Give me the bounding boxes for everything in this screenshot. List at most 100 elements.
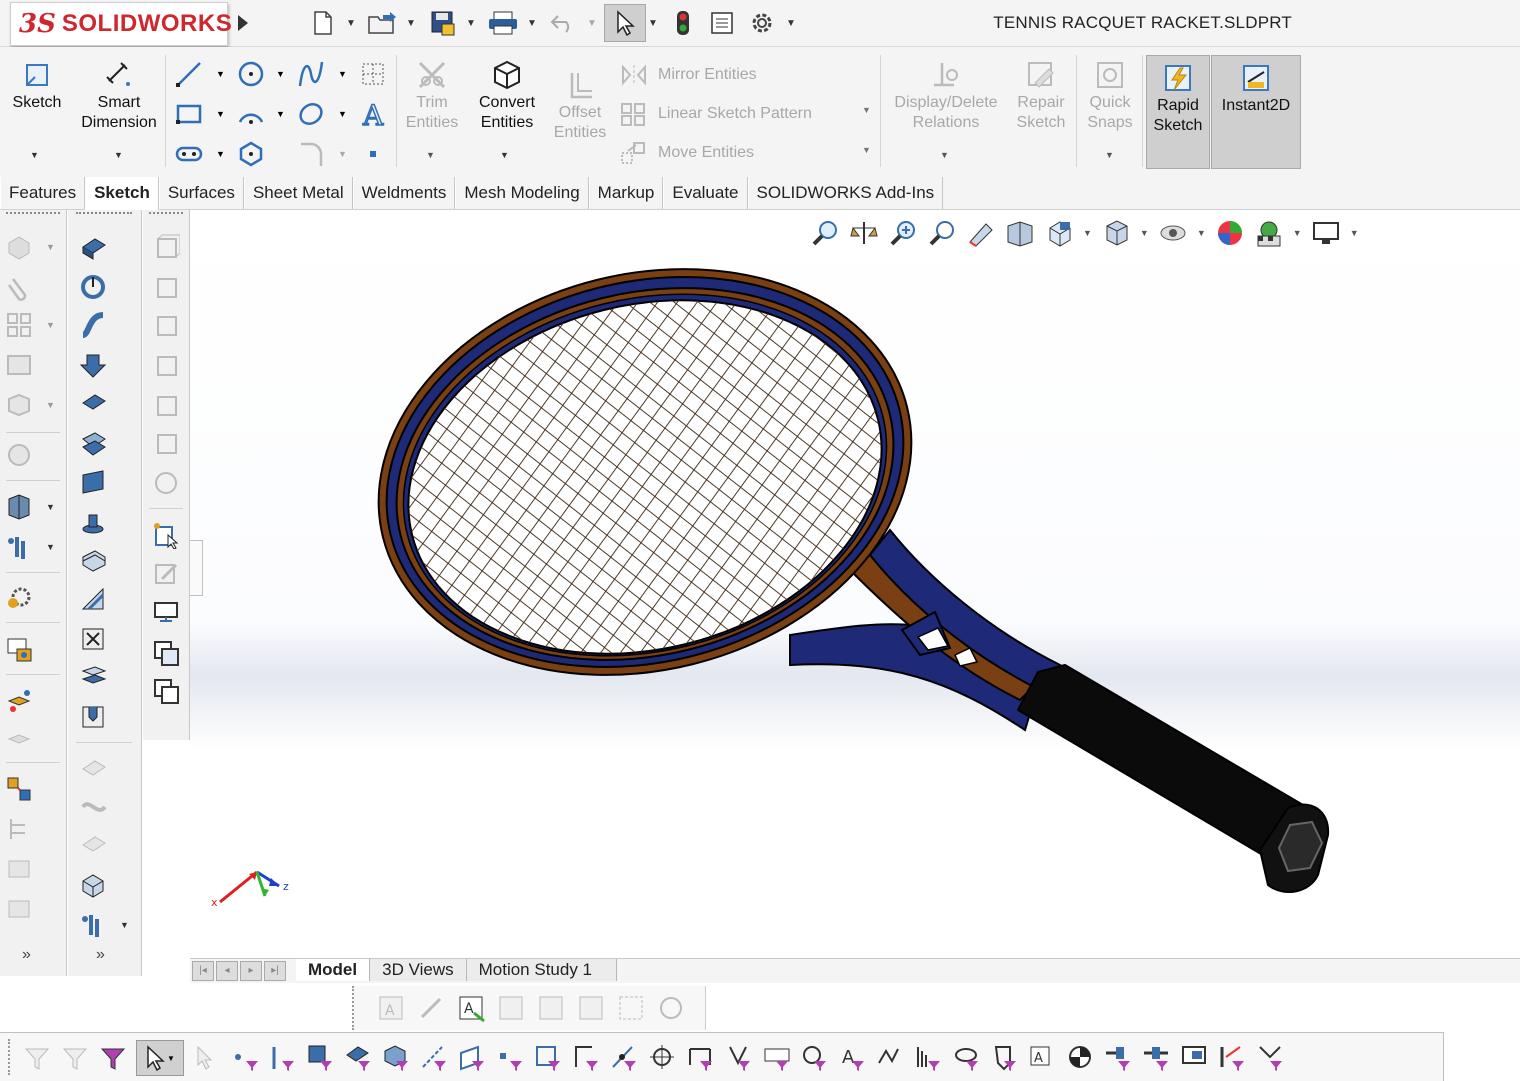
pattern-dropdown-icon[interactable]: ▼ [862, 105, 871, 115]
rapid-sketch-button[interactable]: Rapid Sketch [1146, 55, 1210, 169]
extruded-boss-icon[interactable] [4, 232, 34, 262]
view-right-icon[interactable] [151, 350, 181, 380]
tab-evaluate[interactable]: Evaluate [663, 177, 748, 209]
planar-surface-icon[interactable] [78, 466, 108, 496]
tab-sketch[interactable]: Sketch [85, 177, 159, 210]
instant2d-button[interactable]: Instant2D [1211, 55, 1301, 169]
combine-icon[interactable] [78, 624, 108, 654]
text-icon[interactable]: A [358, 99, 388, 129]
quick-snaps-dropdown-icon[interactable]: ▼ [1105, 150, 1114, 160]
spline-dropdown-icon[interactable]: ▼ [338, 69, 347, 79]
revolve-icon[interactable] [78, 272, 108, 302]
curves-tools-icon[interactable] [78, 910, 108, 940]
convert-entities-button[interactable]: Convert Entities [470, 59, 544, 133]
filter-edges-icon[interactable] [268, 1043, 298, 1073]
deform-icon[interactable] [78, 792, 108, 822]
select-other-icon[interactable] [192, 1043, 222, 1073]
split-icon[interactable] [78, 662, 108, 692]
filter-mesh-edges-icon[interactable] [1180, 1043, 1210, 1073]
dropdown-icon[interactable]: ▼ [46, 320, 55, 330]
display-delete-relations-button[interactable]: Display/Delete Relations [884, 59, 1008, 133]
expand-menu-arrow-icon[interactable] [232, 8, 254, 38]
explode-view-icon[interactable] [4, 774, 34, 804]
geometric-tolerance-icon[interactable] [656, 993, 686, 1023]
last-tab-icon[interactable]: ▸| [264, 961, 286, 981]
undo-icon[interactable] [548, 8, 578, 38]
select-pointer-icon[interactable] [604, 4, 646, 42]
filter-mesh-facets-icon[interactable] [1142, 1043, 1172, 1073]
filter-graphics-bodies-icon[interactable] [1256, 1043, 1286, 1073]
rectangle-dropdown-icon[interactable]: ▼ [216, 109, 225, 119]
sketch-on-face-icon[interactable] [151, 520, 181, 550]
rendering-gear-icon[interactable] [4, 582, 34, 612]
dropdown-icon[interactable]: ▼ [120, 920, 129, 930]
sketch-button[interactable]: Sketch [6, 59, 68, 113]
flex-icon[interactable] [78, 830, 108, 860]
filter-surface-finish-icon[interactable] [724, 1043, 754, 1073]
filter-connection-points-icon[interactable] [1066, 1043, 1096, 1073]
filter-center-marks-icon[interactable] [648, 1043, 678, 1073]
slot-dropdown-icon[interactable]: ▼ [216, 149, 225, 159]
select-dropdown-icon[interactable]: ▼ [167, 1054, 175, 1063]
file-properties-icon[interactable] [708, 8, 736, 38]
routing-disabled-icon[interactable] [4, 724, 34, 754]
smart-dimension-annot-icon[interactable] [416, 993, 446, 1023]
point-icon[interactable] [358, 139, 388, 169]
extrude-cut-icon[interactable] [78, 350, 108, 380]
relations-dropdown-icon[interactable]: ▼ [940, 150, 949, 160]
filter-solid-bodies-icon[interactable] [382, 1043, 412, 1073]
tab-sheet-metal[interactable]: Sheet Metal [243, 177, 353, 209]
filter-notes-icon[interactable] [800, 1043, 830, 1073]
loft-cut-icon[interactable] [78, 428, 108, 458]
move-copy-body-icon[interactable] [78, 754, 108, 784]
tab-model[interactable]: Model [296, 959, 371, 981]
instant3d-icon[interactable] [4, 440, 34, 470]
clear-filters-icon[interactable] [98, 1043, 128, 1073]
filter-icon[interactable] [22, 1043, 52, 1073]
filter-toggle-icon[interactable] [60, 1043, 90, 1073]
sketch-dropdown-icon[interactable]: ▼ [30, 150, 39, 160]
tennis-racket-model[interactable] [190, 210, 1520, 960]
view-front-icon[interactable] [151, 232, 181, 262]
cut-with-surface-icon[interactable] [78, 388, 108, 418]
dropdown-icon[interactable]: ▼ [46, 242, 55, 252]
ellipse-icon[interactable] [296, 99, 326, 129]
filter-midpoints-icon[interactable] [610, 1043, 640, 1073]
fillet-icon[interactable] [296, 139, 326, 169]
filter-datum-targets-icon[interactable] [914, 1043, 944, 1073]
offset-entities-button[interactable]: Offset Entities [546, 69, 614, 143]
instant3d-table-icon[interactable] [4, 634, 34, 664]
boss-extrude-thin-icon[interactable] [78, 506, 108, 536]
tab-motion-study[interactable]: Motion Study 1 [466, 959, 618, 981]
prev-tab-icon[interactable]: ◂ [216, 961, 238, 981]
dropdown-icon[interactable]: ▼ [46, 542, 55, 552]
sketch-tools-disabled-icon[interactable] [151, 558, 181, 588]
assembly-disabled-icon[interactable] [4, 854, 34, 884]
grid-snap-icon[interactable] [358, 59, 388, 89]
circle-dropdown-icon[interactable]: ▼ [276, 69, 285, 79]
undo-dropdown-icon[interactable]: ▼ [585, 8, 599, 38]
view-top-icon[interactable] [151, 390, 181, 420]
trim-entities-button[interactable]: Trim Entities [398, 59, 466, 133]
print-icon[interactable] [486, 8, 520, 38]
expand-more-chevron-icon[interactable]: » [96, 946, 105, 964]
rib-icon[interactable] [78, 584, 108, 614]
intersect-icon[interactable] [78, 870, 108, 900]
balloon-icon[interactable] [496, 993, 526, 1023]
filter-sketch-icon[interactable] [534, 1043, 564, 1073]
tab-features[interactable]: Features [0, 177, 86, 209]
cavity-icon[interactable] [78, 702, 108, 732]
save-dropdown-icon[interactable]: ▼ [464, 8, 478, 38]
rectangle-icon[interactable] [174, 99, 204, 129]
options-gear-icon[interactable] [748, 8, 776, 38]
filter-dimensions-icon[interactable] [686, 1043, 716, 1073]
surface-finish-icon[interactable] [536, 993, 566, 1023]
loft-icon[interactable] [4, 390, 34, 420]
print-dropdown-icon[interactable]: ▼ [525, 8, 539, 38]
filter-axes-icon[interactable] [420, 1043, 450, 1073]
arc-icon[interactable] [236, 99, 266, 129]
hierarchy-icon[interactable] [4, 814, 34, 844]
dropdown-icon[interactable]: ▼ [46, 400, 55, 410]
shell-icon[interactable] [78, 546, 108, 576]
mirror-feature-icon[interactable] [4, 350, 34, 380]
